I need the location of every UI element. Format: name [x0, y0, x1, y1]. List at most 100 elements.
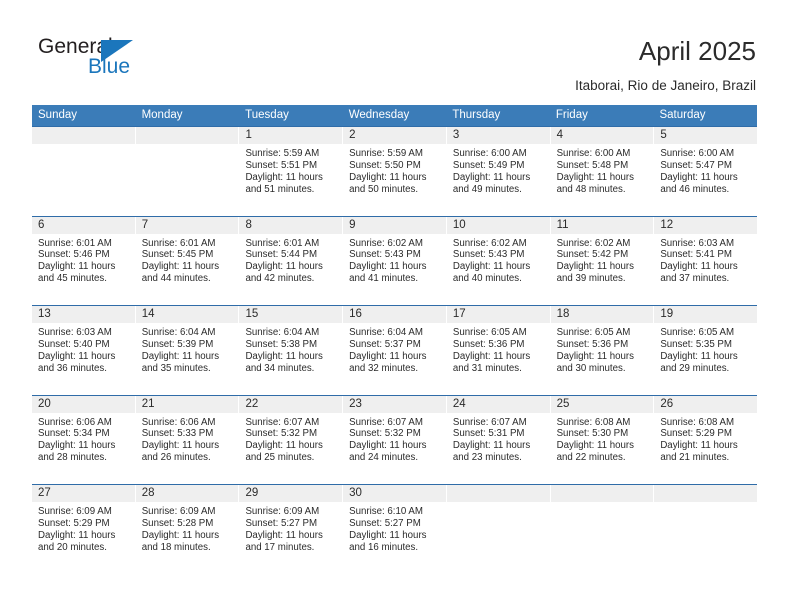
general-blue-logo[interactable]: General Blue	[38, 36, 158, 86]
day-cell[interactable]: 26 Sunrise: 6:08 AM Sunset: 5:29 PM Dayl…	[654, 395, 758, 484]
day-cell[interactable]: 13 Sunrise: 6:03 AM Sunset: 5:40 PM Dayl…	[32, 306, 136, 395]
day-cell[interactable]: 22 Sunrise: 6:07 AM Sunset: 5:32 PM Dayl…	[239, 395, 344, 484]
day-number: 21	[135, 395, 239, 413]
day-cell[interactable]	[135, 127, 240, 216]
day-details: Sunrise: 6:00 AM Sunset: 5:48 PM Dayligh…	[551, 144, 654, 196]
day-cell[interactable]: 28 Sunrise: 6:09 AM Sunset: 5:28 PM Dayl…	[135, 485, 240, 574]
sunrise-text: Sunrise: 6:07 AM	[245, 416, 320, 428]
day-cell[interactable]: 30 Sunrise: 6:10 AM Sunset: 5:27 PM Dayl…	[343, 485, 447, 574]
day-details: Sunrise: 5:59 AM Sunset: 5:51 PM Dayligh…	[239, 144, 342, 196]
daylight-text-line1: Daylight: 11 hours	[245, 529, 323, 541]
daylight-text-line1: Daylight: 11 hours	[141, 529, 220, 541]
daylight-text-line2: and 49 minutes.	[452, 183, 522, 195]
sunset-text: Sunset: 5:46 PM	[38, 249, 110, 261]
sunrise-text: Sunrise: 6:07 AM	[452, 416, 527, 428]
daylight-text-line1: Daylight: 11 hours	[38, 261, 116, 273]
day-cell[interactable]: 23 Sunrise: 6:07 AM Sunset: 5:32 PM Dayl…	[343, 395, 447, 484]
day-cell[interactable]: 8 Sunrise: 6:01 AM Sunset: 5:44 PM Dayli…	[239, 216, 344, 305]
sunset-text: Sunset: 5:27 PM	[245, 517, 318, 529]
daylight-text-line1: Daylight: 11 hours	[660, 440, 738, 452]
sunrise-text: Sunrise: 6:02 AM	[452, 237, 527, 249]
day-details: Sunrise: 6:08 AM Sunset: 5:29 PM Dayligh…	[654, 413, 757, 465]
day-cell[interactable]: 24 Sunrise: 6:07 AM Sunset: 5:31 PM Dayl…	[446, 395, 551, 484]
day-number: 2	[343, 127, 446, 144]
day-details: Sunrise: 6:01 AM Sunset: 5:46 PM Dayligh…	[32, 234, 135, 286]
daylight-text-line1: Daylight: 11 hours	[245, 440, 323, 452]
daylight-text-line2: and 51 minutes.	[245, 183, 315, 195]
daylight-text-line1: Daylight: 11 hours	[556, 261, 634, 273]
day-cell[interactable]: 19 Sunrise: 6:05 AM Sunset: 5:35 PM Dayl…	[654, 306, 758, 395]
sunrise-text: Sunrise: 6:05 AM	[452, 327, 527, 338]
day-cell[interactable]	[654, 485, 758, 574]
sunset-text: Sunset: 5:44 PM	[245, 249, 318, 261]
day-cell[interactable]: 1 Sunrise: 5:59 AM Sunset: 5:51 PM Dayli…	[239, 127, 344, 216]
daylight-text-line2: and 36 minutes.	[38, 362, 107, 374]
sunrise-text: Sunrise: 6:05 AM	[660, 327, 735, 338]
sunset-text: Sunset: 5:32 PM	[349, 428, 421, 440]
sunset-text: Sunset: 5:41 PM	[660, 249, 732, 261]
sunset-text: Sunset: 5:35 PM	[660, 338, 732, 350]
daylight-text-line2: and 31 minutes.	[452, 362, 522, 374]
day-cell[interactable]	[446, 485, 551, 574]
day-cell[interactable]	[32, 127, 136, 216]
day-number: 6	[32, 216, 135, 234]
sunset-text: Sunset: 5:36 PM	[452, 338, 525, 350]
day-cell[interactable]: 15 Sunrise: 6:04 AM Sunset: 5:38 PM Dayl…	[239, 306, 344, 395]
day-details: Sunrise: 6:05 AM Sunset: 5:36 PM Dayligh…	[447, 323, 550, 375]
day-number: 25	[550, 395, 654, 413]
calendar-grid: Sunday Monday Tuesday Wednesday Thursday…	[32, 105, 758, 574]
day-cell[interactable]: 7 Sunrise: 6:01 AM Sunset: 5:45 PM Dayli…	[135, 216, 240, 305]
sunrise-text: Sunrise: 5:59 AM	[349, 148, 423, 159]
day-cell[interactable]: 5 Sunrise: 6:00 AM Sunset: 5:47 PM Dayli…	[654, 127, 758, 216]
sunrise-text: Sunrise: 6:07 AM	[349, 416, 423, 428]
daylight-text-line1: Daylight: 11 hours	[452, 440, 531, 452]
day-details: Sunrise: 6:06 AM Sunset: 5:34 PM Dayligh…	[32, 413, 135, 465]
daylight-text-line1: Daylight: 11 hours	[556, 440, 634, 452]
day-cell[interactable]: 27 Sunrise: 6:09 AM Sunset: 5:29 PM Dayl…	[32, 485, 136, 574]
day-cell[interactable]: 29 Sunrise: 6:09 AM Sunset: 5:27 PM Dayl…	[239, 485, 344, 574]
sunrise-text: Sunrise: 6:02 AM	[556, 237, 631, 249]
day-details: Sunrise: 6:07 AM Sunset: 5:32 PM Dayligh…	[239, 413, 342, 465]
day-number: 15	[239, 306, 343, 323]
day-details: Sunrise: 6:03 AM Sunset: 5:41 PM Dayligh…	[654, 234, 757, 286]
day-cell[interactable]: 9 Sunrise: 6:02 AM Sunset: 5:43 PM Dayli…	[343, 216, 447, 305]
daylight-text-line2: and 44 minutes.	[141, 273, 211, 285]
day-cell[interactable]: 18 Sunrise: 6:05 AM Sunset: 5:36 PM Dayl…	[550, 306, 655, 395]
sunset-text: Sunset: 5:50 PM	[349, 159, 421, 171]
day-number: 29	[239, 485, 343, 502]
day-details	[32, 144, 135, 148]
week-row: 6 Sunrise: 6:01 AM Sunset: 5:46 PM Dayli…	[32, 215, 758, 305]
day-cell[interactable]: 11 Sunrise: 6:02 AM Sunset: 5:42 PM Dayl…	[550, 216, 655, 305]
sunrise-text: Sunrise: 6:09 AM	[245, 506, 320, 517]
day-cell[interactable]: 10 Sunrise: 6:02 AM Sunset: 5:43 PM Dayl…	[446, 216, 551, 305]
day-cell[interactable]: 25 Sunrise: 6:08 AM Sunset: 5:30 PM Dayl…	[550, 395, 655, 484]
sunset-text: Sunset: 5:33 PM	[141, 428, 214, 440]
day-cell[interactable]: 4 Sunrise: 6:00 AM Sunset: 5:48 PM Dayli…	[550, 127, 655, 216]
day-cell[interactable]: 16 Sunrise: 6:04 AM Sunset: 5:37 PM Dayl…	[343, 306, 447, 395]
daylight-text-line2: and 29 minutes.	[660, 362, 730, 374]
day-details: Sunrise: 6:09 AM Sunset: 5:27 PM Dayligh…	[239, 502, 342, 554]
day-cell[interactable]: 2 Sunrise: 5:59 AM Sunset: 5:50 PM Dayli…	[343, 127, 447, 216]
weekday-header-thursday: Thursday	[452, 109, 501, 121]
sunset-text: Sunset: 5:37 PM	[349, 338, 421, 350]
day-cell[interactable]: 21 Sunrise: 6:06 AM Sunset: 5:33 PM Dayl…	[135, 395, 240, 484]
sunrise-text: Sunrise: 6:06 AM	[141, 416, 216, 428]
day-cell[interactable]: 6 Sunrise: 6:01 AM Sunset: 5:46 PM Dayli…	[32, 216, 136, 305]
day-number: 14	[135, 306, 239, 323]
daylight-text-line2: and 40 minutes.	[452, 273, 522, 285]
day-details: Sunrise: 6:02 AM Sunset: 5:42 PM Dayligh…	[551, 234, 654, 286]
sunrise-text: Sunrise: 5:59 AM	[245, 148, 320, 159]
day-cell[interactable]	[550, 485, 655, 574]
sunset-text: Sunset: 5:29 PM	[660, 428, 732, 440]
daylight-text-line2: and 17 minutes.	[245, 541, 315, 553]
day-cell[interactable]: 3 Sunrise: 6:00 AM Sunset: 5:49 PM Dayli…	[446, 127, 551, 216]
day-cell[interactable]: 20 Sunrise: 6:06 AM Sunset: 5:34 PM Dayl…	[32, 395, 136, 484]
day-number: 5	[654, 127, 758, 144]
sunrise-text: Sunrise: 6:10 AM	[349, 506, 423, 517]
sunset-text: Sunset: 5:27 PM	[349, 517, 421, 529]
day-cell[interactable]: 17 Sunrise: 6:05 AM Sunset: 5:36 PM Dayl…	[446, 306, 551, 395]
weekday-header-sunday: Sunday	[38, 109, 78, 121]
day-cell[interactable]: 12 Sunrise: 6:03 AM Sunset: 5:41 PM Dayl…	[654, 216, 758, 305]
day-details	[447, 502, 550, 506]
day-cell[interactable]: 14 Sunrise: 6:04 AM Sunset: 5:39 PM Dayl…	[135, 306, 240, 395]
